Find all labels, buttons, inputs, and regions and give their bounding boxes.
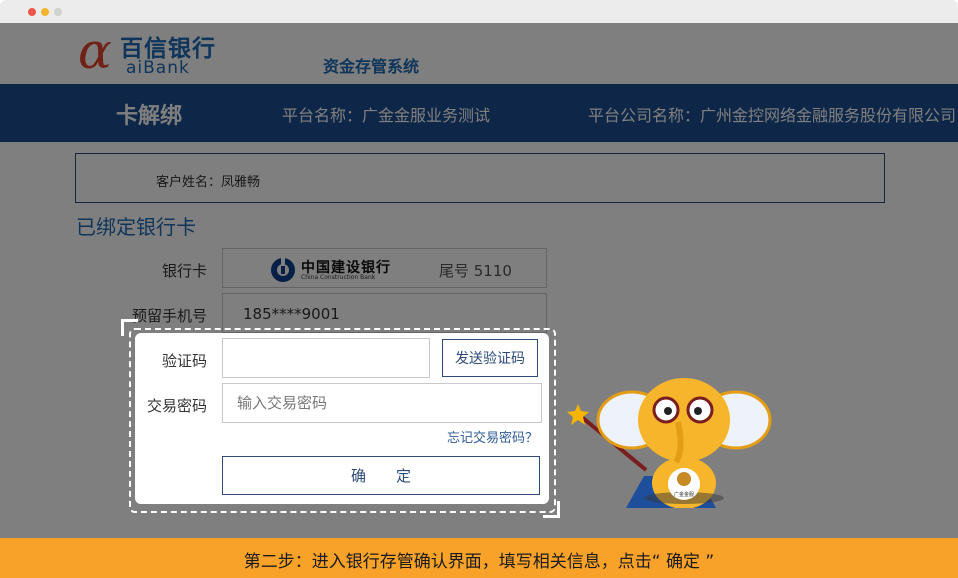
mascot-badge-text: 广金金服: [674, 491, 694, 498]
instruction-bar: 第二步：进入银行存管确认界面，填写相关信息，点击“ 确定 ”: [0, 538, 958, 578]
confirm-button[interactable]: 确定: [222, 456, 540, 495]
maximize-window-dot-icon[interactable]: [54, 8, 62, 16]
trade-password-input[interactable]: [222, 383, 542, 423]
close-window-dot-icon[interactable]: [28, 8, 36, 16]
send-code-button[interactable]: 发送验证码: [442, 339, 538, 377]
trade-password-label: 交易密码: [146, 397, 207, 415]
minimize-window-dot-icon[interactable]: [41, 8, 49, 16]
window-titlebar: [0, 0, 958, 23]
verification-code-label: 验证码: [161, 352, 207, 370]
frame-corner-bottom-right: [543, 501, 560, 518]
step-instruction: 第二步：进入银行存管确认界面，填写相关信息，点击“ 确定 ”: [243, 552, 715, 572]
frame-corner-top-left: [121, 319, 138, 336]
forgot-password-link[interactable]: 忘记交易密码？: [447, 427, 538, 446]
elephant-mascot-icon: 广金金服: [567, 378, 772, 508]
verification-code-input[interactable]: [222, 338, 430, 378]
app-area: α 百信银行 aiBank 资金存管系统 卡解绑 平台名称：广金金服业务测试 平…: [0, 23, 958, 538]
